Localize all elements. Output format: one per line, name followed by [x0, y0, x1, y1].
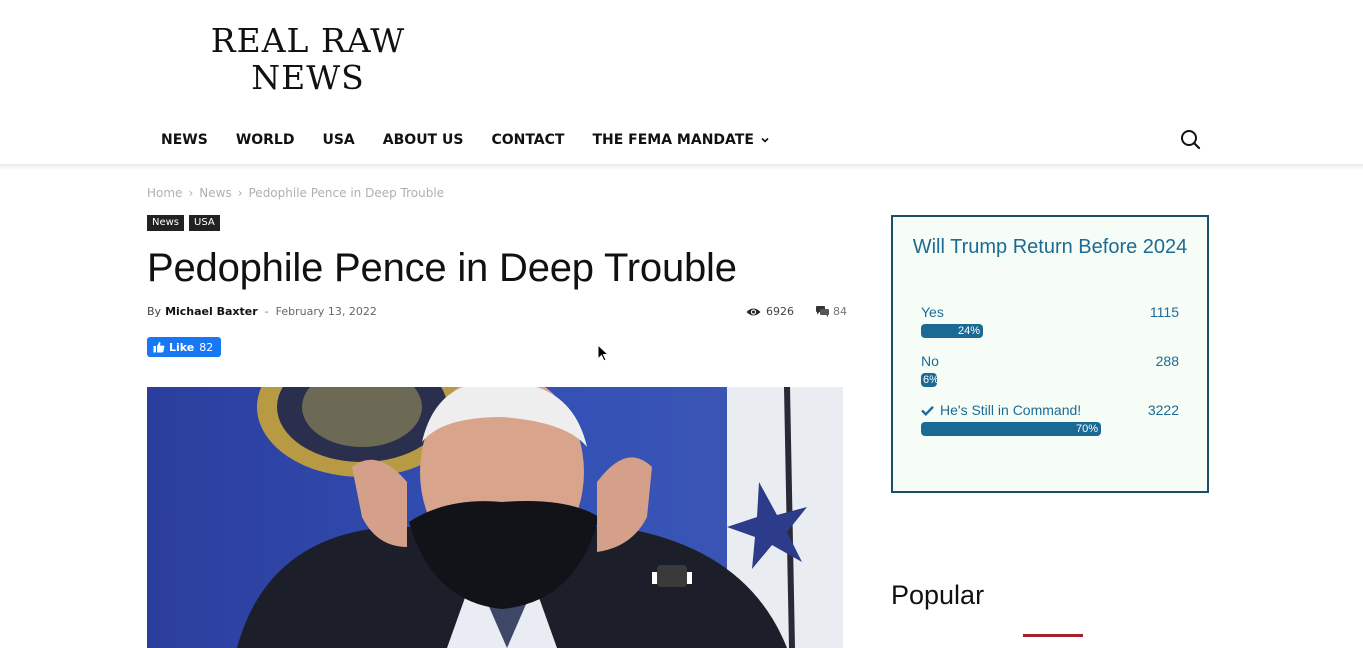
- poll-widget: Will Trump Return Before 2024 Yes 1115 2…: [891, 215, 1209, 493]
- site-header: REAL RAW NEWS NEWS WORLD USA ABOUT US CO…: [0, 0, 1363, 165]
- poll-option-bar: 24%: [921, 324, 983, 338]
- breadcrumb-current: Pedophile Pence in Deep Trouble: [248, 186, 445, 200]
- breadcrumb-separator-icon: ›: [237, 186, 243, 200]
- poll-option-bar: 6%: [921, 373, 937, 387]
- poll-option-votes: 3222: [1147, 402, 1179, 418]
- nav-item-fema-mandate-label: THE FEMA MANDATE: [592, 132, 754, 148]
- site-logo[interactable]: REAL RAW NEWS: [196, 22, 420, 96]
- poll-option-label: He's Still in Command!: [940, 402, 1082, 418]
- nav-item-world[interactable]: WORLD: [222, 132, 309, 148]
- article-stats: 6926 84: [746, 305, 847, 318]
- breadcrumb-separator-icon: ›: [188, 186, 194, 200]
- popular-accent-line: [1023, 634, 1083, 637]
- nav-item-about-us[interactable]: ABOUT US: [369, 132, 478, 148]
- category-tag-usa[interactable]: USA: [189, 215, 220, 231]
- poll-option-votes: 1115: [1149, 304, 1179, 320]
- meta-dash: -: [264, 305, 269, 318]
- popular-heading: Popular: [891, 580, 985, 610]
- like-label: Like: [169, 340, 195, 354]
- logo-line-1: REAL RAW: [210, 21, 406, 60]
- breadcrumb-home[interactable]: Home: [147, 186, 182, 200]
- category-tag-news[interactable]: News: [147, 215, 185, 231]
- article-hero-image: [147, 387, 843, 648]
- poll-option-label: No: [921, 353, 939, 369]
- poll-option-bar: 70%: [921, 422, 1101, 436]
- main-nav: NEWS WORLD USA ABOUT US CONTACT THE FEMA…: [147, 120, 784, 160]
- poll-question: Will Trump Return Before 2024: [912, 236, 1188, 258]
- publish-date: February 13, 2022: [275, 305, 377, 318]
- nav-item-contact[interactable]: CONTACT: [477, 132, 578, 148]
- poll-option-votes: 288: [1155, 353, 1179, 369]
- comment-count[interactable]: 84: [833, 305, 847, 318]
- comments-icon: [816, 306, 829, 317]
- nav-item-news[interactable]: NEWS: [147, 132, 222, 148]
- like-count: 82: [199, 340, 214, 354]
- search-icon[interactable]: [1178, 127, 1204, 153]
- poll-option-yes[interactable]: Yes 1115 24%: [921, 303, 1179, 338]
- poll-option-label-group: He's Still in Command!: [921, 402, 1081, 418]
- eye-icon: [746, 308, 761, 315]
- poll-option-no[interactable]: No 288 6%: [921, 352, 1179, 387]
- poll-option-label: Yes: [921, 304, 944, 320]
- checkmark-icon: [921, 405, 934, 416]
- category-tags: News USA: [147, 215, 220, 231]
- poll-option-still-in-command[interactable]: He's Still in Command! 3222 70%: [921, 401, 1179, 436]
- nav-item-fema-mandate[interactable]: THE FEMA MANDATE: [578, 132, 783, 148]
- nav-item-usa[interactable]: USA: [308, 132, 368, 148]
- header-divider: [0, 164, 1363, 170]
- article-title: Pedophile Pence in Deep Trouble: [147, 246, 737, 290]
- mouse-cursor-icon: [597, 344, 609, 362]
- thumbs-up-icon: [153, 341, 165, 353]
- breadcrumb-news[interactable]: News: [199, 186, 231, 200]
- view-count: 6926: [766, 305, 794, 318]
- chevron-down-icon: [761, 137, 769, 143]
- byline-prefix: By: [147, 305, 162, 318]
- author-link[interactable]: Michael Baxter: [165, 305, 258, 318]
- facebook-like-button[interactable]: Like 82: [147, 337, 221, 357]
- logo-line-2: NEWS: [251, 58, 365, 97]
- breadcrumb: Home › News › Pedophile Pence in Deep Tr…: [147, 186, 444, 200]
- article-meta: By Michael Baxter - February 13, 2022: [147, 305, 377, 318]
